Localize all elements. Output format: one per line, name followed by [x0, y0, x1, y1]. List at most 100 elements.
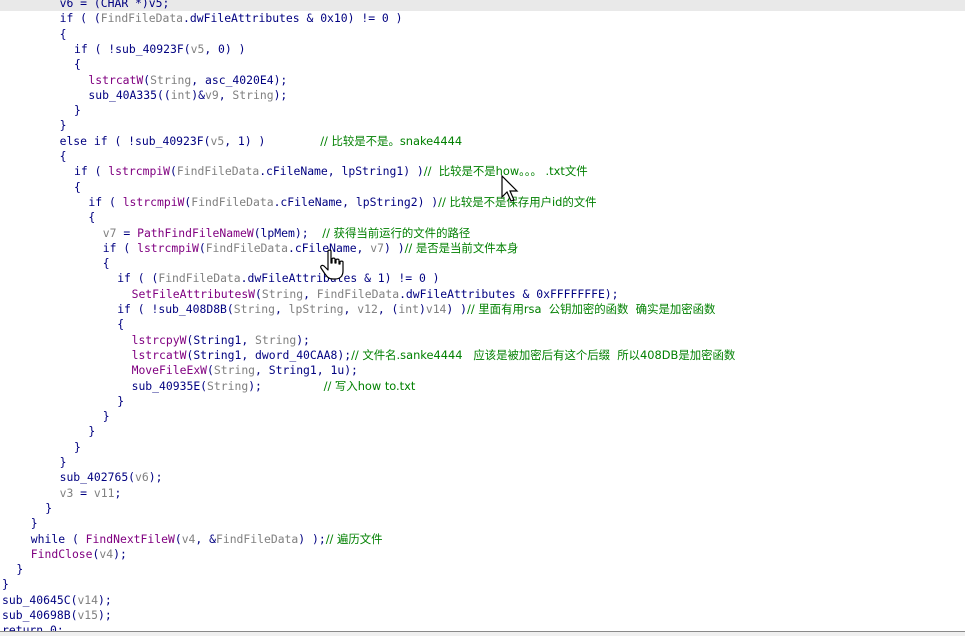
code-function-name[interactable]: lstrcmpiW: [123, 195, 185, 209]
code-line[interactable]: }: [0, 562, 23, 577]
code-function-name[interactable]: lstrcatW: [132, 348, 187, 362]
code-token[interactable]: }: [60, 118, 67, 132]
code-token[interactable]: }: [2, 577, 9, 591]
code-line[interactable]: {: [0, 180, 81, 195]
code-token[interactable]: if ( !sub_408D8B(: [117, 302, 234, 316]
code-comment[interactable]: // 里面有用rsa 公钥加密的函数 确实是加密函数: [467, 302, 715, 316]
code-line[interactable]: FindClose(v4);: [0, 547, 127, 562]
code-token[interactable]: sub_402765(: [60, 470, 135, 484]
code-token[interactable]: (String1, dword_40CAA8);: [186, 348, 351, 362]
code-token[interactable]: v14: [426, 302, 447, 316]
code-token[interactable]: .cFileName, lpString2) ): [274, 195, 439, 209]
code-line[interactable]: }: [0, 516, 38, 531]
code-comment[interactable]: // 是否是当前文件本身: [405, 241, 519, 255]
code-line[interactable]: }: [0, 577, 9, 592]
code-comment[interactable]: // 写入how to.txt: [324, 379, 416, 393]
code-token[interactable]: int: [171, 88, 192, 102]
code-line[interactable]: v3 = v11;: [0, 486, 122, 501]
code-token[interactable]: ): [419, 302, 426, 316]
code-comment[interactable]: // 文件名.sanke4444 应该是被加密后有这个后缀 所以408DB是加密…: [351, 348, 735, 362]
code-line[interactable]: }: [0, 118, 67, 133]
code-token[interactable]: v11: [94, 486, 115, 500]
code-token[interactable]: .dwFileAttributes & 0xFFFFFFFE);: [399, 287, 618, 301]
code-token[interactable]: v12: [357, 302, 378, 316]
code-token[interactable]: sub_40A335((: [88, 88, 170, 102]
code-token[interactable]: String: [214, 363, 255, 377]
code-line[interactable]: return 0;: [0, 623, 64, 631]
code-token[interactable]: v15: [77, 608, 98, 622]
code-token[interactable]: ) ): [446, 302, 467, 316]
code-token[interactable]: lpString: [289, 302, 344, 316]
code-token[interactable]: String: [150, 73, 191, 87]
code-token[interactable]: }: [16, 562, 23, 576]
code-token[interactable]: );: [296, 333, 310, 347]
code-token[interactable]: v7: [370, 241, 384, 255]
code-token[interactable]: if (: [88, 195, 122, 209]
code-line[interactable]: MoveFileExW(String, String1, 1u);: [0, 363, 358, 378]
code-token[interactable]: v4: [182, 532, 196, 546]
code-line[interactable]: {: [0, 256, 110, 271]
code-token[interactable]: }: [88, 424, 95, 438]
code-line[interactable]: {: [0, 210, 95, 225]
code-token[interactable]: FindFileData: [158, 271, 240, 285]
code-token[interactable]: {: [60, 149, 67, 163]
code-token[interactable]: (String1,: [186, 333, 255, 347]
code-token[interactable]: v7: [103, 226, 117, 240]
code-token[interactable]: if ( (: [117, 271, 158, 285]
code-function-name[interactable]: FindNextFileW: [86, 532, 175, 546]
code-line[interactable]: }: [0, 394, 124, 409]
code-line[interactable]: sub_40645C(v14);: [0, 593, 112, 608]
code-token[interactable]: FindFileData: [191, 195, 273, 209]
code-token[interactable]: }: [74, 103, 81, 117]
code-token[interactable]: =: [73, 486, 94, 500]
code-token[interactable]: );: [113, 547, 127, 561]
code-token[interactable]: FindFileData: [206, 241, 288, 255]
code-token[interactable]: }: [117, 394, 124, 408]
code-token[interactable]: if (: [103, 241, 137, 255]
code-token[interactable]: {: [117, 317, 124, 331]
code-token[interactable]: (: [199, 241, 206, 255]
code-token[interactable]: FindFileData: [317, 287, 399, 301]
code-token[interactable]: , 1) ): [224, 134, 320, 148]
code-token[interactable]: {: [74, 57, 81, 71]
code-token[interactable]: String: [232, 88, 273, 102]
code-token[interactable]: {: [88, 210, 95, 224]
code-token[interactable]: sub_40645C(: [2, 593, 77, 607]
code-function-name[interactable]: lstrcpyW: [132, 333, 187, 347]
code-line[interactable]: if ( !sub_408D8B(String, lpString, v12, …: [0, 302, 715, 317]
code-token[interactable]: {: [60, 27, 67, 41]
code-token[interactable]: if ( !sub_40923F(: [74, 42, 191, 56]
code-line[interactable]: }: [0, 440, 81, 455]
code-token[interactable]: v6: [135, 470, 149, 484]
code-token[interactable]: v6 = (CHAR *)v5;: [60, 0, 170, 10]
code-comment[interactable]: // 比较是不是。snake4444: [320, 134, 462, 148]
code-line[interactable]: }: [0, 424, 95, 439]
code-line[interactable]: sub_40A335((int)&v9, String);: [0, 88, 287, 103]
code-token[interactable]: ) );: [298, 532, 325, 546]
code-token[interactable]: (: [255, 287, 262, 301]
code-line[interactable]: v7 = PathFindFileNameW(lpMem); // 获得当前运行…: [0, 226, 470, 241]
code-line[interactable]: if ( (FindFileData.dwFileAttributes & 0x…: [0, 11, 403, 26]
code-token[interactable]: String: [207, 379, 248, 393]
code-function-name[interactable]: PathFindFileNameW: [137, 226, 254, 240]
code-token[interactable]: , String1, 1u);: [255, 363, 358, 377]
code-line[interactable]: if ( !sub_40923F(v5, 0) ): [0, 42, 245, 57]
code-comment[interactable]: // 获得当前运行的文件的路径: [322, 226, 470, 240]
code-line[interactable]: }: [0, 455, 67, 470]
code-function-name[interactable]: MoveFileExW: [132, 363, 207, 377]
code-function-name[interactable]: lstrcmpiW: [137, 241, 199, 255]
code-token[interactable]: v5: [191, 42, 205, 56]
code-token[interactable]: );: [98, 608, 112, 622]
code-token[interactable]: (: [170, 164, 177, 178]
code-token[interactable]: );: [98, 593, 112, 607]
code-token[interactable]: FindFileData: [216, 532, 298, 546]
code-token[interactable]: .dwFileAttributes & 0x10) != 0 ): [183, 11, 402, 25]
code-token[interactable]: v5: [210, 134, 224, 148]
pseudocode-view[interactable]: v6 = (CHAR *)v5; if ( (FindFileData.dwFil…: [0, 0, 965, 631]
code-token[interactable]: {: [74, 180, 81, 194]
code-token[interactable]: v9: [205, 88, 219, 102]
code-token[interactable]: if (: [74, 164, 108, 178]
code-token[interactable]: sub_40935E(: [132, 379, 207, 393]
code-token[interactable]: , 0) ): [204, 42, 245, 56]
code-token[interactable]: while (: [31, 532, 86, 546]
